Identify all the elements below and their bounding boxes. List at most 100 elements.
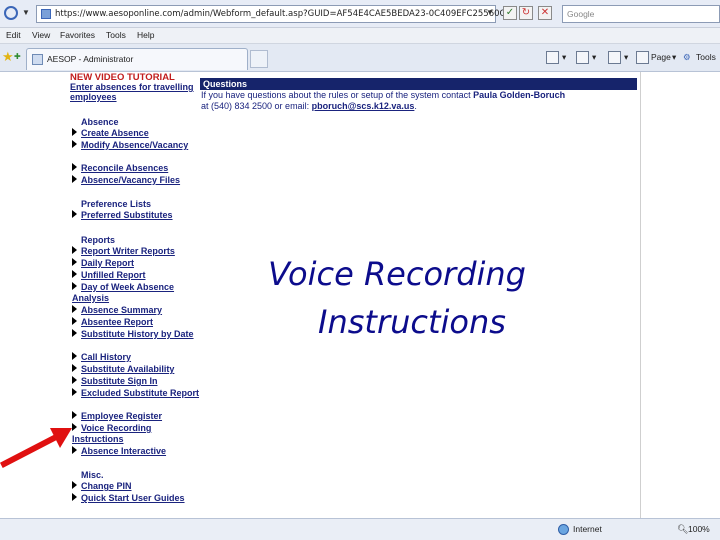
red-arrow-icon [0,428,72,469]
address-dropdown-icon[interactable]: ▼ [484,6,496,20]
print-icon[interactable] [608,51,621,64]
nav-voice-recording-instructions[interactable]: Voice Recording Instructions [72,423,200,445]
address-bar: ▼ https://www.aesoponline.com/admin/Webf… [0,0,720,28]
bullet-icon [72,388,77,396]
bullet-icon [72,128,77,136]
nav-excluded-substitute-report[interactable]: Excluded Substitute Report [72,388,200,399]
nav-substitute-availability[interactable]: Substitute Availability [72,364,200,375]
phone-text: at (540) 834 2500 or email: [201,101,312,111]
home-dropdown-icon[interactable]: ▾ [562,52,566,63]
tools-gear-icon[interactable]: ⚙ [683,52,691,63]
nav-call-history[interactable]: Call History [72,352,200,363]
questions-suffix: . [414,101,417,111]
bullet-icon [72,329,77,337]
bullet-icon [72,493,77,501]
slide-title: Voice Recording Instructions [268,250,588,346]
tools-menu[interactable]: Tools [696,52,716,62]
nav-absence-interactive[interactable]: Absence Interactive [72,446,200,457]
nav-absentee-report[interactable]: Absentee Report [72,317,200,328]
questions-text: If you have questions about the rules or… [201,90,474,100]
search-input[interactable]: Google [562,5,720,23]
print-dropdown-icon[interactable]: ▾ [624,52,628,63]
email-link[interactable]: pboruch@scs.k12.va.us [312,101,415,111]
bullet-icon [72,258,77,266]
refresh-icon[interactable]: ↻ [519,6,533,20]
page-menu[interactable]: Page [651,52,671,62]
menu-edit[interactable]: Edit [6,30,21,40]
slide-title-line1: Voice Recording [268,255,526,293]
nav-unfilled-report[interactable]: Unfilled Report [72,270,200,281]
tab-title: AESOP - Administrator [47,54,134,64]
enter-absences-link[interactable]: Enter absences for travelling employees [70,82,198,102]
right-margin [640,72,720,518]
nav-employee-register[interactable]: Employee Register [72,411,200,422]
nav-daily-report[interactable]: Daily Report [72,258,200,269]
nav-create-absence[interactable]: Create Absence [72,128,200,139]
bullet-icon [72,305,77,313]
bullet-icon [72,376,77,384]
home-icon[interactable] [546,51,559,64]
chevron-down-icon[interactable]: ▼ [22,8,30,17]
slide-title-line2: Instructions [318,303,506,341]
bullet-icon [72,364,77,372]
nav-modify-absence[interactable]: Modify Absence/Vacancy [72,140,200,151]
globe-icon [558,524,569,535]
status-bar: Internet 🔍︎ 100% [0,518,720,540]
zoom-level[interactable]: 100% [688,524,710,534]
back-icon[interactable] [4,6,18,20]
nav-report-writer-reports[interactable]: Report Writer Reports [72,246,200,257]
nav-absence-summary[interactable]: Absence Summary [72,305,200,316]
page-icon[interactable] [636,51,649,64]
nav-substitute-sign-in[interactable]: Substitute Sign In [72,376,200,387]
nav-preferred-substitutes[interactable]: Preferred Substitutes [72,210,200,221]
nav-substitute-history-by-date[interactable]: Substitute History by Date [72,329,200,340]
stop-icon[interactable]: ✕ [538,6,552,20]
contact-name: Paula Golden-Boruch [473,90,566,100]
feeds-icon[interactable] [576,51,589,64]
new-tab-button[interactable] [250,50,268,68]
address-url[interactable]: https://www.aesoponline.com/admin/Webfor… [55,9,510,19]
page-dropdown-icon[interactable]: ▾ [672,52,676,63]
status-text-area [0,519,560,540]
search-placeholder: Google [567,9,595,19]
section-preference-lists: Preference Lists [81,199,152,209]
compatibility-view-icon[interactable]: ✓ [503,6,517,20]
bullet-icon [72,246,77,254]
menu-favorites[interactable]: Favorites [60,30,95,40]
nav-reconcile-absences[interactable]: Reconcile Absences [72,163,200,174]
tab-aesop[interactable]: AESOP - Administrator [26,48,248,70]
feeds-dropdown-icon[interactable]: ▾ [592,52,596,63]
questions-panel: Questions If you have questions about th… [200,78,637,112]
favorites-star-icon[interactable]: ★ [2,50,14,64]
questions-body: If you have questions about the rules or… [200,90,637,112]
section-reports: Reports [81,235,116,245]
nav-quick-start-user-guides[interactable]: Quick Start User Guides [72,493,200,504]
section-absence: Absence [81,117,119,127]
menu-tools[interactable]: Tools [106,30,126,40]
nav-day-of-week-absence-analysis[interactable]: Day of Week Absence Analysis [72,282,200,304]
bullet-icon [72,175,77,183]
bullet-icon [72,140,77,148]
address-field[interactable]: https://www.aesoponline.com/admin/Webfor… [36,5,510,23]
nav-absence-vacancy-files[interactable]: Absence/Vacancy Files [72,175,200,186]
bullet-icon [72,352,77,360]
sidebar-nav: NEW VIDEO TUTORIAL Enter absences for tr… [68,72,200,518]
bullet-icon [72,481,77,489]
tab-bar: ★ ✚ AESOP - Administrator ▾ ▾ ▾ Page ▾ ⚙… [0,44,720,72]
security-zone: Internet [573,524,602,534]
menu-bar: Edit View Favorites Tools Help [0,28,720,44]
menu-help[interactable]: Help [137,30,154,40]
bullet-icon [72,270,77,278]
menu-view[interactable]: View [32,30,50,40]
add-favorite-icon[interactable]: ✚ [14,52,21,61]
zoom-icon[interactable]: 🔍︎ [677,524,688,535]
nav-change-pin[interactable]: Change PIN [72,481,200,492]
page-favicon-icon [41,9,51,19]
tab-favicon-icon [32,54,43,65]
bullet-icon [72,210,77,218]
section-misc: Misc. [81,470,104,480]
bullet-icon [72,317,77,325]
questions-heading: Questions [200,78,637,90]
bullet-icon [72,282,77,290]
bullet-icon [72,163,77,171]
